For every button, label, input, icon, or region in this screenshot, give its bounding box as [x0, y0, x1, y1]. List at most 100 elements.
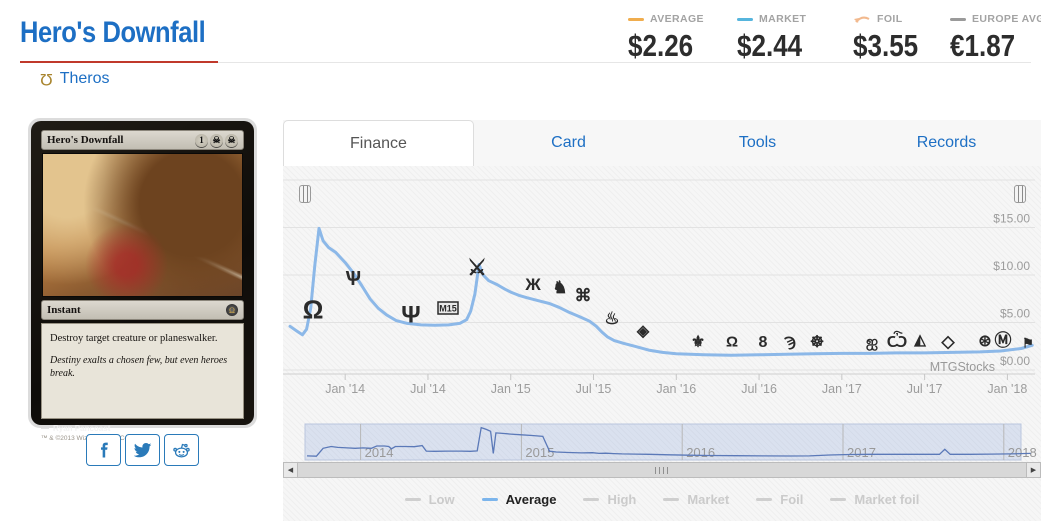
header-divider-accent: [20, 61, 218, 63]
card-text-box: Destroy target creature or planeswalker.…: [41, 323, 244, 419]
set-symbol: ⌘: [575, 286, 592, 305]
card-image: Hero's Downfall 1 ☠ ☠ Instant Ω Destroy ta…: [28, 118, 257, 442]
navigator-svg: 2014 2015 2016 2017 2018: [304, 423, 1037, 461]
card-type-line: Instant: [47, 304, 81, 316]
twitter-icon: [133, 443, 151, 458]
legend-item-market[interactable]: Market: [663, 492, 729, 507]
set-symbol: Ω: [303, 294, 324, 324]
set-symbol: ⊛: [978, 333, 991, 350]
stat-label: EUROPE AVG: [972, 13, 1041, 25]
y-tick-label: $10.00: [993, 259, 1030, 273]
navigator-handle-right[interactable]: [1014, 185, 1026, 203]
scrollbar-left-arrow[interactable]: ◀: [283, 462, 298, 478]
set-symbol: Ѱ: [345, 268, 361, 290]
range-navigator[interactable]: 2014 2015 2016 2017 2018: [283, 418, 1041, 462]
y-tick-label: $5.00: [1000, 307, 1030, 321]
set-link-theros[interactable]: Theros: [60, 70, 110, 88]
set-symbol: ஐ: [866, 333, 878, 350]
stat-value: €1.87: [950, 28, 1016, 63]
set-symbol: Ϡ: [784, 333, 796, 350]
stat-label: MARKET: [759, 13, 807, 25]
x-tick-label: Jan '15: [491, 382, 531, 396]
legend-label: Average: [505, 492, 557, 507]
card-artist-line: — Ryan Pancoast: [41, 424, 111, 433]
legend-item-foil[interactable]: Foil: [756, 492, 803, 507]
reddit-share-button[interactable]: [164, 434, 199, 466]
tab-records[interactable]: Records: [852, 120, 1041, 166]
stat-label: FOIL: [877, 13, 903, 25]
set-symbol: ⚑: [1022, 336, 1034, 351]
scrollbar-grip[interactable]: [655, 467, 669, 474]
stat-europe-avg: EUROPE AVG €1.87: [950, 12, 1041, 64]
stat-market: MARKET $2.44: [737, 12, 842, 64]
navigator-year-label: 2016: [686, 445, 715, 460]
mana-symbol-B: ☠: [210, 133, 223, 147]
set-symbol: ◈: [636, 323, 650, 340]
facebook-icon: [100, 442, 108, 458]
scrollbar-track[interactable]: [298, 462, 1026, 478]
tab-tools[interactable]: Tools: [663, 120, 852, 166]
set-symbol: Ω: [726, 333, 738, 350]
mana-symbol-1: 1: [195, 133, 208, 147]
finance-panel: Jan '14 Jul '14 Jan '15 Jul '15 Jan '16 Jul '…: [283, 166, 1041, 521]
stat-value: $2.26: [628, 28, 694, 63]
legend-label: Market: [687, 492, 730, 507]
x-tick-label: Jan '18: [987, 382, 1027, 396]
legend-item-average[interactable]: Average: [481, 492, 557, 507]
legend-item-low[interactable]: Low: [404, 492, 455, 507]
navigator-year-label: 2015: [525, 445, 554, 460]
y-tick-label: $0.00: [1000, 354, 1030, 368]
x-tick-label: Jan '16: [656, 382, 696, 396]
tab-finance[interactable]: Finance: [283, 120, 474, 166]
set-symbol: ⚔: [467, 255, 487, 280]
navigator-year-label: 2017: [847, 445, 876, 460]
legend-dash-icon: [756, 498, 773, 501]
legend-item-market-foil[interactable]: Market foil: [830, 492, 919, 507]
set-symbol: ◭: [913, 331, 926, 348]
social-share-row: [28, 434, 257, 466]
europe avg-dash-icon: [950, 17, 966, 21]
navigator-handle-left[interactable]: [299, 185, 311, 203]
set-symbol: Ψ: [401, 302, 420, 329]
tab-bar: Finance Card Tools Records: [283, 120, 1041, 166]
card-name: Hero's Downfall: [47, 134, 124, 146]
legend-dash-icon: [830, 498, 847, 501]
tab-card[interactable]: Card: [474, 120, 663, 166]
x-tick-label: Jul '17: [907, 382, 943, 396]
foil-curved-arrow-icon: [854, 16, 870, 23]
legend-dash-icon: [404, 498, 421, 501]
legend-label: High: [607, 492, 637, 507]
price-chart[interactable]: Jan '14 Jul '14 Jan '15 Jul '15 Jan '16 Jul '…: [283, 170, 1041, 410]
x-tick-label: Jan '14: [325, 382, 365, 396]
legend-item-high[interactable]: High: [583, 492, 636, 507]
price-chart-svg: Jan '14 Jul '14 Jan '15 Jul '15 Jan '16 Jul '…: [283, 179, 1035, 396]
card-rules-text: Destroy target creature or planeswalker.: [50, 333, 218, 344]
card-frame: Hero's Downfall 1 ☠ ☠ Instant Ω Destroy ta…: [31, 121, 254, 442]
brush-icon: —: [41, 424, 49, 433]
stat-average: AVERAGE $2.26: [628, 12, 733, 64]
card-title-bar: Hero's Downfall 1 ☠ ☠: [41, 130, 244, 150]
scrollbar-right-arrow[interactable]: ▶: [1026, 462, 1041, 478]
x-tick-label: Jul '14: [410, 382, 446, 396]
mana-cost: 1 ☠ ☠: [195, 133, 238, 147]
legend-label: Foil: [780, 492, 804, 507]
facebook-share-button[interactable]: [86, 434, 121, 466]
stat-label: AVERAGE: [650, 13, 704, 25]
set-symbol: ⚜: [691, 334, 705, 351]
set-symbol: ☸: [810, 334, 824, 351]
set-symbol: ◇: [940, 332, 955, 351]
legend-label: Low: [428, 492, 455, 507]
set-symbol: 8: [759, 334, 768, 351]
set-symbol: ♨: [604, 309, 619, 328]
card-set-symbol-icon: Ω: [226, 304, 238, 316]
card-art: [42, 153, 243, 297]
card-flavor-text: Destiny exalts a chosen few, but even he…: [50, 354, 228, 379]
card-type-bar: Instant Ω: [41, 300, 244, 320]
chart-legend: Low Average High Market Foil Market foil: [283, 492, 1041, 507]
twitter-share-button[interactable]: [125, 434, 160, 466]
navigator-year-label: 2018: [1008, 445, 1037, 460]
theros-set-icon: Ω: [40, 69, 53, 89]
legend-dash-icon: [663, 498, 680, 501]
legend-dash-icon: [583, 498, 600, 501]
set-symbol: Ж: [524, 275, 541, 294]
